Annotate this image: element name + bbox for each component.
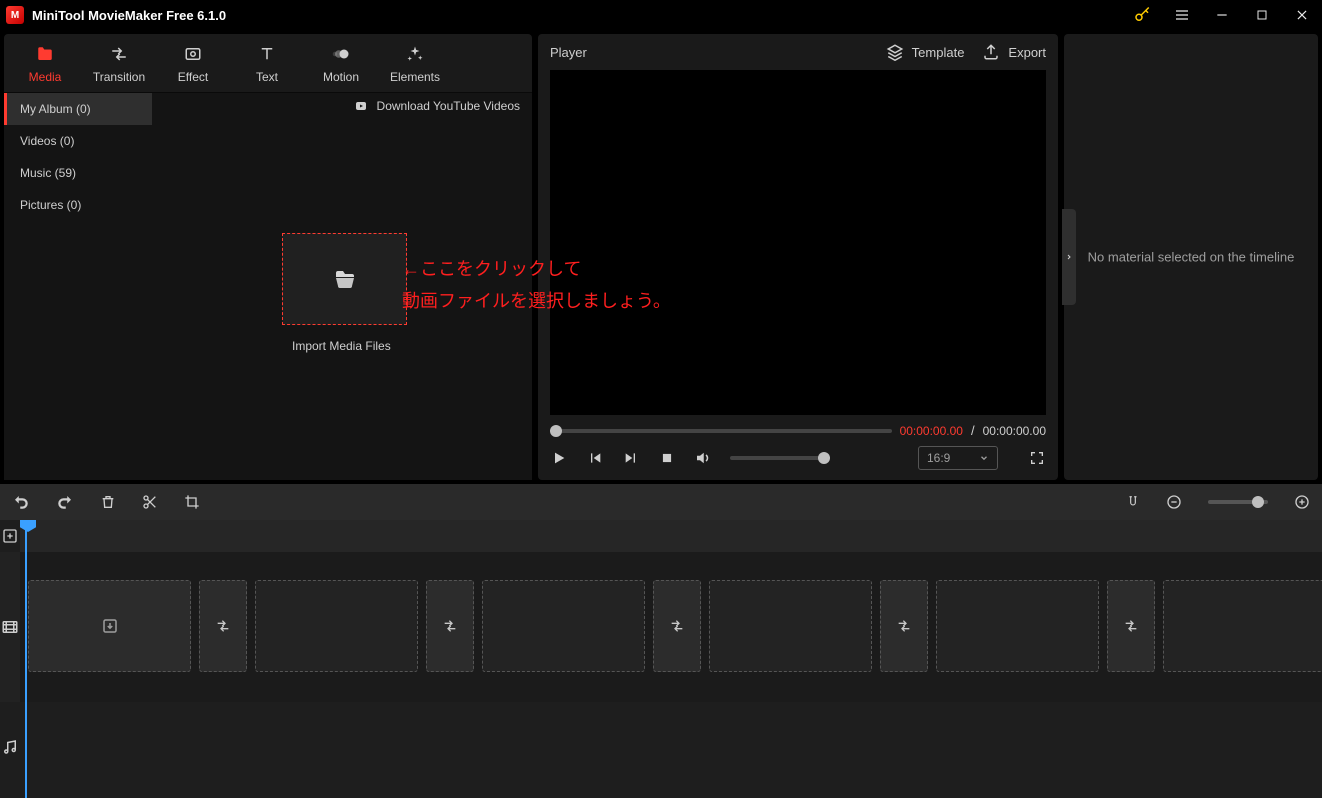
aspect-ratio-value: 16:9 xyxy=(927,451,950,465)
time-total: 00:00:00.00 xyxy=(983,424,1046,438)
download-youtube-link[interactable]: Download YouTube Videos xyxy=(353,99,520,113)
redo-button[interactable] xyxy=(56,493,74,511)
export-icon xyxy=(982,43,1000,61)
tutorial-annotation: ←ここをクリックして 動画ファイルを選択しましょう。 xyxy=(402,253,671,318)
tab-effect[interactable]: Effect xyxy=(156,36,230,92)
add-track-button[interactable] xyxy=(0,520,20,552)
tab-text-label: Text xyxy=(256,70,278,84)
export-label: Export xyxy=(1008,45,1046,60)
playhead[interactable] xyxy=(25,520,27,798)
zoom-slider[interactable] xyxy=(1208,500,1268,504)
tab-effect-label: Effect xyxy=(178,70,208,84)
timeline-ruler[interactable] xyxy=(20,520,1322,552)
crop-button[interactable] xyxy=(184,494,200,510)
hamburger-menu-button[interactable] xyxy=(1162,0,1202,30)
time-current: 00:00:00.00 xyxy=(900,424,963,438)
tutorial-annotation-line2: 動画ファイルを選択しましょう。 xyxy=(402,285,671,317)
delete-button[interactable] xyxy=(100,494,116,510)
volume-slider[interactable] xyxy=(730,456,830,460)
sparkle-icon xyxy=(405,44,425,64)
zoom-in-button[interactable] xyxy=(1294,494,1310,510)
aspect-ratio-select[interactable]: 16:9 xyxy=(918,446,998,470)
tab-media-label: Media xyxy=(29,70,62,84)
title-bar: M MiniTool MovieMaker Free 6.1.0 xyxy=(0,0,1322,30)
transition-slot[interactable] xyxy=(199,580,247,672)
fullscreen-button[interactable] xyxy=(1028,449,1046,467)
zoom-out-button[interactable] xyxy=(1166,494,1182,510)
license-key-button[interactable] xyxy=(1122,0,1162,30)
sidebar-item-my-album[interactable]: My Album (0) xyxy=(4,93,152,125)
snap-button[interactable] xyxy=(1126,494,1140,510)
tab-transition-label: Transition xyxy=(93,70,145,84)
timeline-toolbar xyxy=(0,484,1322,520)
clip-download-icon xyxy=(101,617,119,635)
window-title: MiniTool MovieMaker Free 6.1.0 xyxy=(32,8,226,23)
media-drop-area: Download YouTube Videos Import Media Fil… xyxy=(152,93,532,480)
tab-motion[interactable]: Motion xyxy=(304,36,378,92)
player-title: Player xyxy=(550,45,587,60)
timeline xyxy=(0,520,1322,798)
transition-slot[interactable] xyxy=(426,580,474,672)
folder-open-icon xyxy=(331,267,359,291)
undo-button[interactable] xyxy=(12,493,30,511)
clip-slot[interactable] xyxy=(28,580,191,672)
tab-media[interactable]: Media xyxy=(8,36,82,92)
transition-slot[interactable] xyxy=(653,580,701,672)
template-label: Template xyxy=(912,45,965,60)
inspector-panel: No material selected on the timeline xyxy=(1064,34,1318,480)
window-close-button[interactable] xyxy=(1282,0,1322,30)
import-media-button[interactable] xyxy=(282,233,407,325)
layers-icon xyxy=(886,43,904,61)
clip-slot[interactable] xyxy=(936,580,1099,672)
audio-track[interactable] xyxy=(20,702,1322,792)
tutorial-annotation-line1: ←ここをクリックして xyxy=(402,253,671,285)
clip-slot[interactable] xyxy=(709,580,872,672)
transition-slot[interactable] xyxy=(1107,580,1155,672)
clip-slot[interactable] xyxy=(255,580,418,672)
volume-button[interactable] xyxy=(694,449,712,467)
tab-motion-label: Motion xyxy=(323,70,359,84)
sidebar-item-pictures[interactable]: Pictures (0) xyxy=(4,189,152,221)
inspector-empty-label: No material selected on the timeline xyxy=(1064,250,1318,265)
download-icon xyxy=(353,100,369,112)
clip-slot[interactable] xyxy=(1163,580,1322,672)
transition-slot[interactable] xyxy=(880,580,928,672)
prev-frame-button[interactable] xyxy=(586,449,604,467)
media-panel: Media Transition Effect xyxy=(4,34,532,480)
split-button[interactable] xyxy=(142,494,158,510)
tab-text[interactable]: Text xyxy=(230,36,304,92)
preview-viewport[interactable] xyxy=(550,70,1046,415)
chevron-down-icon xyxy=(979,453,989,463)
media-category-list: My Album (0) Videos (0) Music (59) Pictu… xyxy=(4,93,152,480)
tool-tabs: Media Transition Effect xyxy=(4,34,532,92)
tab-transition[interactable]: Transition xyxy=(82,36,156,92)
clip-slot[interactable] xyxy=(482,580,645,672)
download-youtube-label: Download YouTube Videos xyxy=(377,99,520,113)
sidebar-item-music[interactable]: Music (59) xyxy=(4,157,152,189)
sidebar-item-videos[interactable]: Videos (0) xyxy=(4,125,152,157)
tab-elements[interactable]: Elements xyxy=(378,36,452,92)
transition-icon xyxy=(108,44,130,64)
window-minimize-button[interactable] xyxy=(1202,0,1242,30)
text-icon xyxy=(257,44,277,64)
export-button[interactable]: Export xyxy=(982,43,1046,61)
effect-icon xyxy=(183,44,203,64)
audio-track-icon xyxy=(0,702,20,792)
next-frame-button[interactable] xyxy=(622,449,640,467)
app-logo-icon: M xyxy=(6,6,24,24)
seek-slider[interactable] xyxy=(550,429,892,433)
folder-icon xyxy=(34,44,56,64)
motion-icon xyxy=(331,44,351,64)
window-maximize-button[interactable] xyxy=(1242,0,1282,30)
stop-button[interactable] xyxy=(658,449,676,467)
template-button[interactable]: Template xyxy=(886,43,965,61)
video-track[interactable] xyxy=(20,552,1322,702)
import-media-label: Import Media Files xyxy=(292,339,391,353)
tab-elements-label: Elements xyxy=(390,70,440,84)
play-button[interactable] xyxy=(550,449,568,467)
time-separator: / xyxy=(971,423,975,438)
video-track-icon xyxy=(0,552,20,702)
